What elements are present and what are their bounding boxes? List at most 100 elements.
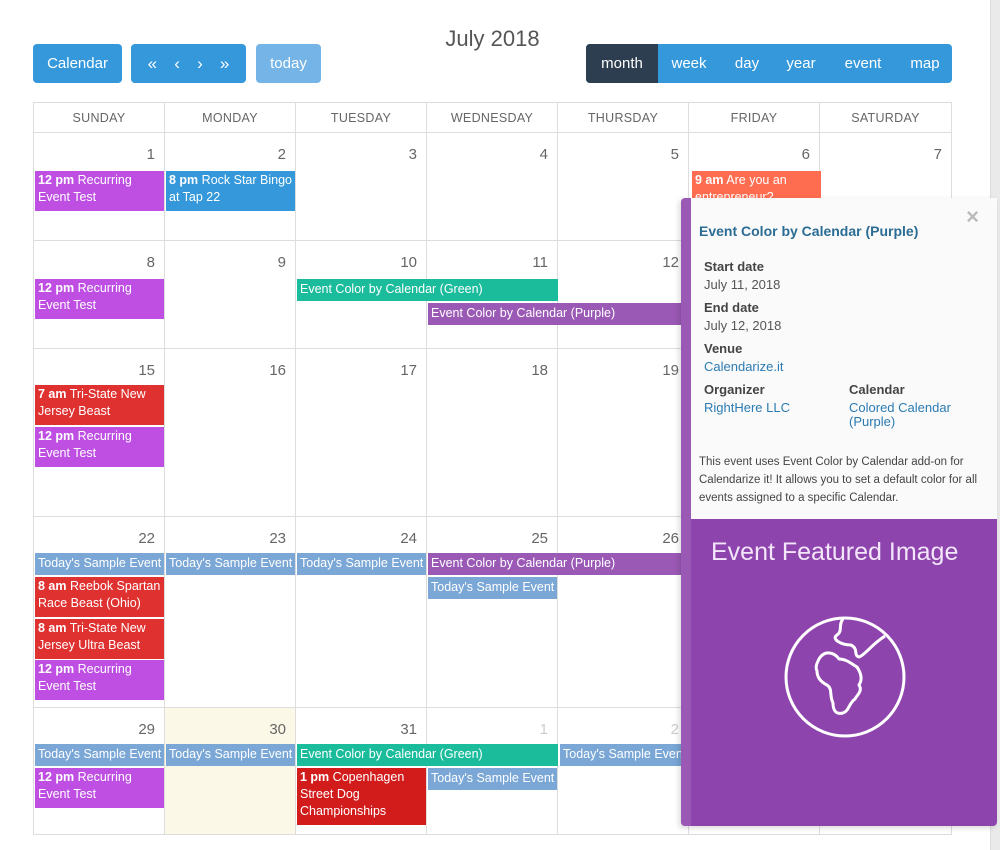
day-cell[interactable]: 12 xyxy=(558,241,689,348)
day-cell[interactable]: 9 xyxy=(165,241,296,348)
weekday-friday: FRIDAY xyxy=(689,103,820,132)
event-time: 8 pm xyxy=(169,173,199,187)
day-cell[interactable]: 5 xyxy=(558,133,689,240)
event-chip[interactable]: 12 pm Recurring Event Test xyxy=(35,427,164,467)
event-title: Today's Sample Event xyxy=(38,747,162,761)
event-description: This event uses Event Color by Calendar … xyxy=(699,456,978,504)
view-event-button[interactable]: event xyxy=(828,44,898,83)
event-time: 1 pm xyxy=(300,770,330,784)
day-number: 2 xyxy=(670,721,679,738)
day-number: 8 xyxy=(146,254,155,271)
day-cell[interactable]: 4 xyxy=(427,133,558,240)
event-chip[interactable]: 8 am Reebok Spartan Race Beast (Ohio) xyxy=(35,577,164,617)
day-cell-today[interactable]: 30 xyxy=(165,708,296,834)
day-cell[interactable]: 2 xyxy=(558,708,689,834)
event-chip[interactable]: 12 pm Recurring Event Test xyxy=(35,171,164,211)
event-title: Today's Sample Event xyxy=(431,580,555,594)
event-chip[interactable]: Today's Sample Event xyxy=(166,744,295,766)
event-detail-popup: × Event Color by Calendar (Purple) Start… xyxy=(681,198,997,826)
event-chip[interactable]: Event Color by Calendar (Purple) xyxy=(428,303,688,325)
event-chip[interactable]: 12 pm Recurring Event Test xyxy=(35,660,164,700)
day-number: 1 xyxy=(146,146,155,163)
day-cell[interactable]: 17 xyxy=(296,349,427,516)
day-number: 23 xyxy=(269,530,286,547)
day-number: 3 xyxy=(408,146,417,163)
event-chip[interactable]: Today's Sample Event xyxy=(35,553,164,575)
event-title: Event Color by Calendar (Green) xyxy=(300,282,483,296)
day-number: 26 xyxy=(662,530,679,547)
event-chip[interactable]: Event Color by Calendar (Green) xyxy=(297,279,558,301)
event-chip[interactable]: Today's Sample Event xyxy=(560,744,688,766)
day-number: 22 xyxy=(138,530,155,547)
event-chip[interactable]: 1 pm Copenhagen Street Dog Championships xyxy=(297,768,426,825)
close-icon[interactable]: × xyxy=(966,204,979,230)
event-title: Event Color by Calendar (Purple) xyxy=(431,306,616,320)
view-week-button[interactable]: week xyxy=(658,44,720,83)
day-number: 31 xyxy=(400,721,417,738)
event-chip[interactable]: Today's Sample Event xyxy=(428,577,557,599)
day-number: 7 xyxy=(933,146,942,163)
event-time: 12 pm xyxy=(38,770,75,784)
event-time: 8 am xyxy=(38,621,67,635)
view-month-button[interactable]: month xyxy=(586,44,658,83)
event-time: 12 pm xyxy=(38,281,75,295)
event-chip[interactable]: Today's Sample Event xyxy=(297,553,426,575)
day-number: 6 xyxy=(801,146,810,163)
day-cell[interactable]: 19 xyxy=(558,349,689,516)
calendar-link[interactable]: Colored Calendar (Purple) xyxy=(849,401,969,429)
day-cell[interactable]: 25 xyxy=(427,517,558,707)
first-page-icon[interactable]: « xyxy=(148,54,157,74)
event-chip[interactable]: 8 pm Rock Star Bingo at Tap 22 xyxy=(166,171,295,211)
weekday-wednesday: WEDNESDAY xyxy=(427,103,558,132)
day-cell[interactable]: 24 xyxy=(296,517,427,707)
day-number: 19 xyxy=(662,362,679,379)
day-cell[interactable]: 26 xyxy=(558,517,689,707)
globe-icon xyxy=(784,616,906,738)
venue-link[interactable]: Calendarize.it xyxy=(704,360,784,374)
calendar-button[interactable]: Calendar xyxy=(33,44,122,83)
day-cell[interactable]: 23 xyxy=(165,517,296,707)
view-day-button[interactable]: day xyxy=(720,44,774,83)
event-time: 8 am xyxy=(38,579,67,593)
last-page-icon[interactable]: » xyxy=(220,54,229,74)
prev-icon[interactable]: ‹ xyxy=(174,54,180,74)
event-time: 12 pm xyxy=(38,173,75,187)
day-cell[interactable]: 18 xyxy=(427,349,558,516)
day-cell[interactable]: 16 xyxy=(165,349,296,516)
next-icon[interactable]: › xyxy=(197,54,203,74)
day-number: 18 xyxy=(531,362,548,379)
event-chip[interactable]: 7 am Tri-State New Jersey Beast xyxy=(35,385,164,425)
event-chip[interactable]: Today's Sample Event xyxy=(428,768,557,790)
event-time: 12 pm xyxy=(38,662,75,676)
event-chip[interactable]: Today's Sample Event xyxy=(35,744,164,766)
event-chip[interactable]: 12 pm Recurring Event Test xyxy=(35,768,164,808)
day-cell[interactable]: 3 xyxy=(296,133,427,240)
weekday-saturday: SATURDAY xyxy=(851,110,920,125)
event-title: Today's Sample Event xyxy=(431,771,555,785)
day-number: 2 xyxy=(277,146,286,163)
view-switcher: month week day year event map xyxy=(586,44,952,83)
day-number: 17 xyxy=(400,362,417,379)
end-date-label: End date xyxy=(704,300,759,315)
view-year-button[interactable]: year xyxy=(774,44,828,83)
weekday-monday: MONDAY xyxy=(165,103,296,132)
calendar-label: Calendar xyxy=(849,382,905,397)
day-number: 5 xyxy=(670,146,679,163)
popup-title[interactable]: Event Color by Calendar (Purple) xyxy=(699,223,918,239)
organizer-link[interactable]: RightHere LLC xyxy=(704,401,790,415)
day-number: 11 xyxy=(532,254,548,271)
weekday-header: SUNDAY MONDAY TUESDAY WEDNESDAY THURSDAY… xyxy=(34,103,951,133)
event-chip[interactable]: Today's Sample Event xyxy=(166,553,295,575)
view-map-button[interactable]: map xyxy=(898,44,952,83)
event-chip[interactable]: Event Color by Calendar (Green) xyxy=(297,744,558,766)
featured-image-title: Event Featured Image xyxy=(711,538,959,566)
weekday-thursday: THURSDAY xyxy=(558,103,689,132)
today-button[interactable]: today xyxy=(256,44,321,83)
event-title: Today's Sample Event xyxy=(169,747,293,761)
end-date-value: July 12, 2018 xyxy=(704,318,782,333)
featured-image: Event Featured Image xyxy=(681,519,997,826)
event-chip[interactable]: Event Color by Calendar (Purple) xyxy=(428,553,688,575)
event-chip[interactable]: 9 am Are you an entrepreneur? xyxy=(692,171,821,199)
event-chip[interactable]: 8 am Tri-State New Jersey Ultra Beast xyxy=(35,619,164,659)
event-chip[interactable]: 12 pm Recurring Event Test xyxy=(35,279,164,319)
